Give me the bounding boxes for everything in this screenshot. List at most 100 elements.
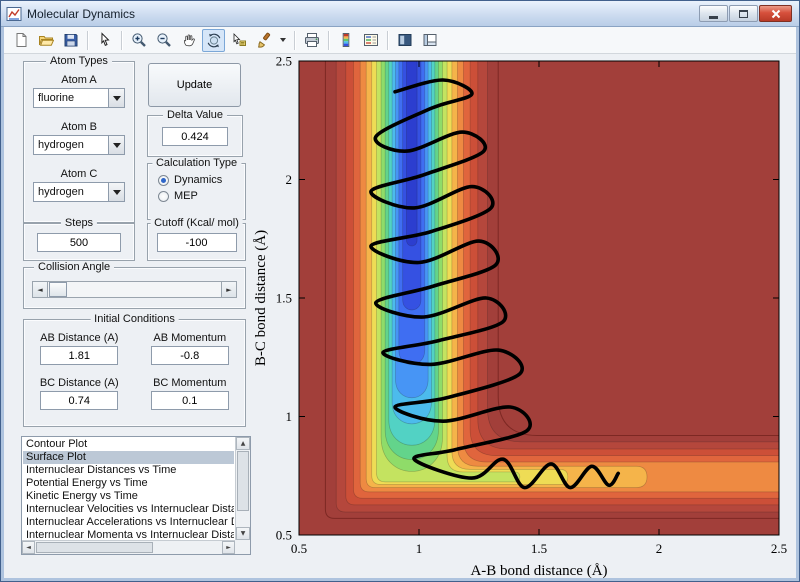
cutoff-title: Cutoff (Kcal/ mol): [150, 217, 243, 229]
initial-conditions-panel: Initial Conditions AB Distance (A) AB Mo…: [23, 313, 246, 427]
bc-momentum-label: BC Momentum: [153, 377, 227, 389]
svg-text:0.5: 0.5: [276, 528, 292, 543]
new-figure-icon[interactable]: [9, 29, 32, 52]
atom-c-label: Atom C: [60, 168, 98, 180]
steps-panel: Steps: [23, 217, 135, 261]
window-frame: Atom Types Atom A fluorine Atom B hydrog…: [1, 27, 799, 581]
scrollbar-corner: [235, 540, 250, 554]
chevron-down-icon: [280, 38, 286, 42]
slider-right-arrow[interactable]: ►: [221, 282, 236, 297]
initial-conditions-title: Initial Conditions: [90, 313, 179, 325]
atom-a-dropdown[interactable]: fluorine: [33, 88, 125, 108]
ab-momentum-input[interactable]: [150, 346, 229, 365]
dropdown-arrow-icon[interactable]: [108, 136, 124, 154]
list-item[interactable]: Internuclear Momenta vs Internuclear Dis…: [23, 529, 234, 539]
ab-distance-label: AB Distance (A): [40, 332, 119, 344]
insert-legend-icon[interactable]: [359, 29, 382, 52]
radio-dynamics[interactable]: Dynamics: [158, 174, 245, 186]
vertical-scroll-thumb[interactable]: [237, 451, 249, 511]
zoom-in-icon[interactable]: [127, 29, 150, 52]
open-file-icon[interactable]: [34, 29, 57, 52]
radio-selected-icon: [158, 174, 169, 186]
delta-value-title: Delta Value: [162, 109, 228, 121]
show-plot-tools-icon[interactable]: [418, 29, 441, 52]
svg-text:1: 1: [286, 409, 293, 424]
svg-text:0.5: 0.5: [291, 541, 307, 556]
list-item[interactable]: Internuclear Distances vs Time: [23, 464, 234, 477]
brush-icon[interactable]: [252, 29, 275, 52]
list-item[interactable]: Internuclear Velocities vs Internuclear …: [23, 503, 234, 516]
list-item[interactable]: Kinetic Energy vs Time: [23, 490, 234, 503]
data-cursor-icon[interactable]: [227, 29, 250, 52]
pan-icon[interactable]: [177, 29, 200, 52]
print-icon[interactable]: [300, 29, 323, 52]
brush-dropdown-icon[interactable]: [277, 29, 289, 52]
window-title: Molecular Dynamics: [27, 6, 136, 21]
delta-value-input[interactable]: [162, 127, 228, 146]
cutoff-input[interactable]: [156, 233, 237, 252]
atom-c-value: hydrogen: [38, 186, 84, 198]
list-item-selected[interactable]: Surface Plot: [23, 451, 234, 464]
slider-left-arrow[interactable]: ◄: [33, 282, 48, 297]
steps-input[interactable]: [37, 233, 121, 252]
update-button[interactable]: Update: [148, 63, 241, 107]
title-bar[interactable]: Molecular Dynamics: [1, 1, 799, 27]
scroll-up-icon[interactable]: ▲: [236, 437, 250, 450]
insert-colorbar-icon[interactable]: [334, 29, 357, 52]
dropdown-arrow-icon[interactable]: [108, 183, 124, 201]
maximize-button[interactable]: [729, 5, 758, 22]
hide-plot-tools-icon[interactable]: [393, 29, 416, 52]
minimize-button[interactable]: [699, 5, 728, 22]
list-item[interactable]: Internuclear Accelerations vs Internucle…: [23, 516, 234, 529]
svg-text:1.5: 1.5: [531, 541, 547, 556]
svg-text:2: 2: [286, 172, 293, 187]
rotate-3d-icon[interactable]: [202, 28, 225, 52]
minimize-icon: [709, 15, 718, 19]
radio-mep[interactable]: MEP: [158, 190, 245, 202]
calculation-type-title: Calculation Type: [151, 157, 242, 169]
atom-types-title: Atom Types: [46, 55, 112, 67]
bc-momentum-input[interactable]: [150, 391, 229, 410]
listbox-items: Contour Plot Surface Plot Internuclear D…: [23, 438, 234, 539]
ab-momentum-label: AB Momentum: [153, 332, 227, 344]
cutoff-panel: Cutoff (Kcal/ mol): [147, 217, 246, 261]
radio-dynamics-label: Dynamics: [174, 174, 223, 186]
slider-thumb[interactable]: [49, 282, 67, 297]
close-button[interactable]: [759, 5, 792, 22]
collision-angle-slider[interactable]: ◄ ►: [32, 281, 237, 298]
radio-unselected-icon: [158, 190, 169, 202]
svg-text:B-C bond distance (Å): B-C bond distance (Å): [253, 230, 269, 366]
atom-c-dropdown[interactable]: hydrogen: [33, 182, 125, 202]
zoom-out-icon[interactable]: [152, 29, 175, 52]
svg-text:2.5: 2.5: [276, 54, 292, 69]
svg-text:2: 2: [656, 541, 663, 556]
collision-angle-panel: Collision Angle ◄ ►: [23, 261, 246, 309]
vertical-scrollbar[interactable]: ▲ ▼: [235, 437, 250, 540]
potential-energy-surface-plot[interactable]: 0.5 1 1.5 2 2.5 0.5 1 1.5 2 2.5 A-B bond distance …: [251, 51, 799, 580]
atom-b-dropdown[interactable]: hydrogen: [33, 135, 125, 155]
window-icon: [6, 6, 22, 21]
horizontal-scrollbar[interactable]: ◄ ►: [22, 540, 235, 554]
scroll-right-icon[interactable]: ►: [222, 541, 235, 554]
radio-mep-label: MEP: [174, 190, 198, 202]
save-icon[interactable]: [59, 29, 82, 52]
close-icon: [771, 9, 780, 18]
maximize-icon: [739, 9, 748, 18]
figure-toolbar: [4, 27, 796, 54]
svg-text:1.5: 1.5: [276, 291, 292, 306]
bc-distance-label: BC Distance (A): [39, 377, 119, 389]
window-controls: [699, 5, 794, 22]
list-item[interactable]: Contour Plot: [23, 438, 234, 451]
list-item[interactable]: Potential Energy vs Time: [23, 477, 234, 490]
horizontal-scroll-thumb[interactable]: [36, 542, 154, 553]
svg-text:2.5: 2.5: [771, 541, 787, 556]
plot-type-listbox[interactable]: Contour Plot Surface Plot Internuclear D…: [21, 436, 251, 555]
dropdown-arrow-icon[interactable]: [108, 89, 124, 107]
scroll-down-icon[interactable]: ▼: [236, 527, 250, 540]
edit-plot-icon[interactable]: [93, 29, 116, 52]
ab-distance-input[interactable]: [40, 346, 119, 365]
toolbar-separator: [121, 30, 122, 50]
atom-a-label: Atom A: [61, 74, 97, 86]
bc-distance-input[interactable]: [40, 391, 119, 410]
scroll-left-icon[interactable]: ◄: [22, 541, 35, 554]
